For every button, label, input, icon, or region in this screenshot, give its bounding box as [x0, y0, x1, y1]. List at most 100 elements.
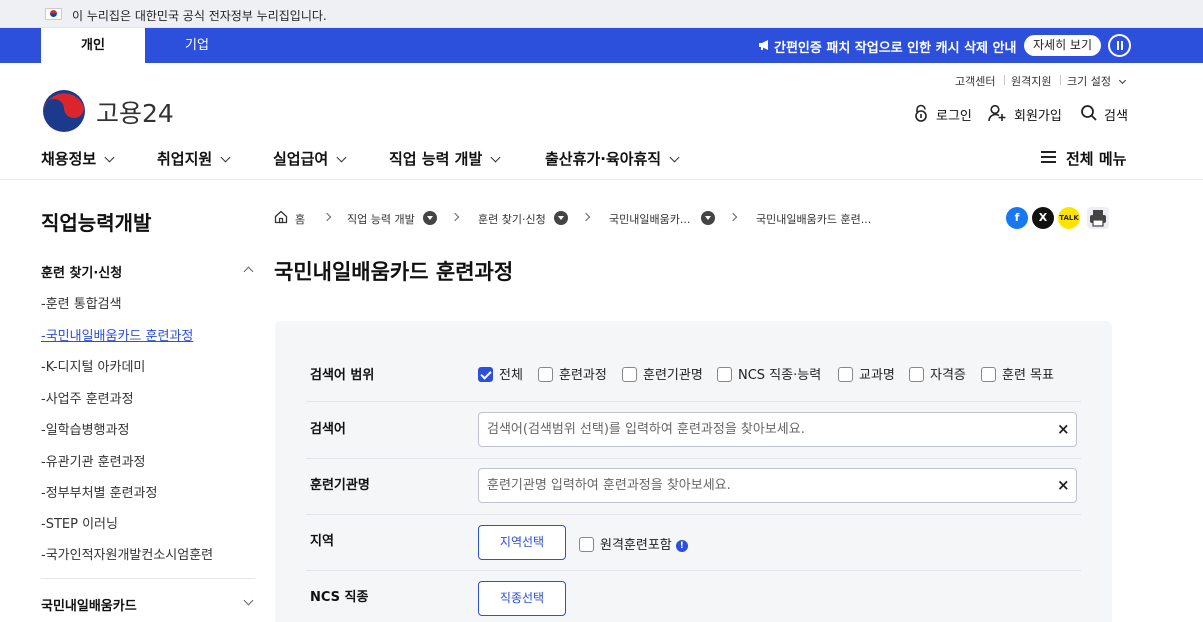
remote-support-link[interactable]: 원격지원: [1011, 73, 1051, 89]
sidebar-item-ministry[interactable]: -정부부처별 훈련과정: [41, 482, 157, 501]
scope-option-label: 자격증: [930, 368, 966, 383]
font-size-setting[interactable]: 크기 설정: [1067, 73, 1127, 89]
chevron-down-icon: [669, 152, 680, 163]
dropdown-icon[interactable]: [554, 211, 568, 225]
breadcrumb-naeil-card[interactable]: 국민내일배움카...: [609, 211, 690, 227]
logo-taegeuk-icon: [43, 90, 85, 132]
dropdown-icon[interactable]: [701, 211, 715, 225]
scope-all-checkbox[interactable]: 전체: [478, 364, 523, 383]
scope-course-checkbox[interactable]: 훈련과정: [538, 364, 607, 383]
region-label: 지역: [310, 534, 334, 549]
sidebar-item-employer-course[interactable]: -사업주 훈련과정: [41, 388, 134, 407]
gnb-employment-support[interactable]: 취업지원: [157, 148, 231, 169]
checkbox-icon: [622, 367, 637, 382]
notice-text[interactable]: 간편인증 패치 작업으로 인한 캐시 삭제 안내: [774, 37, 1016, 56]
sidebar-item-consortium[interactable]: -국가인적자원개발컨소시엄훈련: [41, 544, 213, 563]
sidebar-item-work-study[interactable]: -일학습병행과정: [41, 419, 129, 438]
sidebar-item-step[interactable]: -STEP 이러닝: [41, 513, 118, 532]
info-icon[interactable]: !: [675, 540, 688, 552]
breadcrumb-current: 국민내일배움카드 훈련...: [756, 213, 872, 226]
clear-icon[interactable]: ×: [1057, 476, 1070, 494]
print-icon[interactable]: [1087, 207, 1109, 229]
divider: [1004, 75, 1005, 85]
chevron-down-icon[interactable]: [243, 595, 254, 606]
chevron-down-icon: [336, 152, 347, 163]
checkbox-icon: [538, 367, 553, 382]
pause-icon[interactable]: [1108, 34, 1131, 57]
scope-option-label: 교과명: [859, 368, 895, 383]
scope-option-label: 훈련 목표: [1002, 368, 1054, 383]
sidebar-item-k-digital[interactable]: -K-디지털 아카데미: [41, 356, 145, 375]
gnb-label: 채용정보: [41, 150, 97, 168]
search-icon: [1081, 105, 1097, 121]
gnb-unemployment-benefit[interactable]: 실업급여: [273, 148, 347, 169]
divider: [41, 578, 255, 579]
scope-subject-checkbox[interactable]: 교과명: [838, 364, 895, 383]
user-plus-icon: [988, 104, 1006, 122]
divider: [306, 401, 1081, 402]
gnb-jobs[interactable]: 채용정보: [41, 148, 115, 169]
korea-flag-icon: [45, 8, 62, 20]
region-select-button[interactable]: 지역선택: [478, 525, 566, 560]
chevron-down-icon: [220, 152, 231, 163]
hamburger-icon: [1041, 151, 1056, 164]
remote-training-checkbox[interactable]: 원격훈련포함!: [579, 534, 688, 553]
customer-center-link[interactable]: 고객센터: [955, 73, 995, 89]
divider: [306, 458, 1081, 459]
scope-option-label: 훈련과정: [559, 368, 607, 383]
dropdown-icon[interactable]: [423, 211, 437, 225]
chevron-up-icon[interactable]: [243, 266, 254, 277]
checkbox-icon: [909, 367, 924, 382]
org-label: 훈련기관명: [310, 478, 370, 493]
login-link[interactable]: 로그인: [936, 105, 972, 124]
breadcrumb-training[interactable]: 훈련 찾기·신청: [478, 211, 546, 227]
org-input[interactable]: [478, 468, 1077, 503]
gnb-label: 출산휴가·육아휴직: [545, 150, 662, 168]
sidebar-group-naeil-card[interactable]: 국민내일배움카드: [41, 595, 137, 614]
scope-option-label: NCS 직종·능력: [738, 368, 822, 383]
divider: [0, 179, 1203, 180]
sidebar-group-training[interactable]: 훈련 찾기·신청: [41, 262, 122, 281]
megaphone-icon: [759, 40, 768, 50]
sidebar-item-naeil-card-course[interactable]: -국민내일배움카드 훈련과정: [41, 325, 193, 344]
checkbox-icon: [981, 367, 996, 382]
tab-business[interactable]: 기업: [145, 28, 249, 63]
ncs-select-button[interactable]: 직종선택: [478, 581, 566, 616]
chevron-right-icon: [728, 212, 738, 222]
font-size-label: 크기 설정: [1067, 75, 1111, 88]
gnb-skill-development[interactable]: 직업 능력 개발: [389, 148, 501, 169]
scope-license-checkbox[interactable]: 자격증: [909, 364, 966, 383]
home-icon[interactable]: [274, 210, 288, 224]
scope-goal-checkbox[interactable]: 훈련 목표: [981, 364, 1054, 383]
breadcrumb-skill[interactable]: 직업 능력 개발: [347, 211, 415, 227]
signup-link[interactable]: 회원가입: [1014, 105, 1062, 124]
keyword-input[interactable]: [478, 412, 1077, 447]
search-link[interactable]: 검색: [1104, 105, 1128, 124]
page-title: 국민내일배움카드 훈련과정: [274, 260, 514, 284]
sidebar-item-integrated-search[interactable]: -훈련 통합검색: [41, 293, 122, 312]
sidebar-item-affiliated[interactable]: -유관기관 훈련과정: [41, 451, 146, 470]
divider: [306, 570, 1081, 571]
gnb-parental-leave[interactable]: 출산휴가·육아휴직: [545, 148, 680, 169]
chevron-down-icon: [104, 152, 115, 163]
kakaotalk-icon[interactable]: TALK: [1058, 207, 1080, 229]
logo-text[interactable]: 고용24: [96, 94, 174, 130]
keyword-label: 검색어: [310, 422, 346, 437]
tab-personal[interactable]: 개인: [41, 28, 145, 63]
all-menu-button[interactable]: 전체 메뉴: [1066, 148, 1126, 169]
gnb-label: 취업지원: [157, 150, 213, 168]
notice-detail-button[interactable]: 자세히 보기: [1024, 35, 1102, 56]
checkbox-checked-icon: [478, 367, 493, 382]
x-icon[interactable]: X: [1032, 207, 1054, 229]
chevron-right-icon: [581, 212, 591, 222]
scope-option-label: 훈련기관명: [643, 368, 703, 383]
gnb-label: 직업 능력 개발: [389, 150, 483, 168]
facebook-icon[interactable]: f: [1006, 207, 1028, 229]
chevron-down-icon: [1119, 76, 1127, 85]
scope-org-checkbox[interactable]: 훈련기관명: [622, 364, 703, 383]
chevron-right-icon: [450, 212, 460, 222]
gov-banner: 이 누리집은 대한민국 공식 전자정부 누리집입니다.: [0, 0, 1203, 28]
breadcrumb-home[interactable]: 홈: [295, 211, 305, 227]
scope-ncs-checkbox[interactable]: NCS 직종·능력: [717, 364, 822, 383]
clear-icon[interactable]: ×: [1057, 420, 1070, 438]
